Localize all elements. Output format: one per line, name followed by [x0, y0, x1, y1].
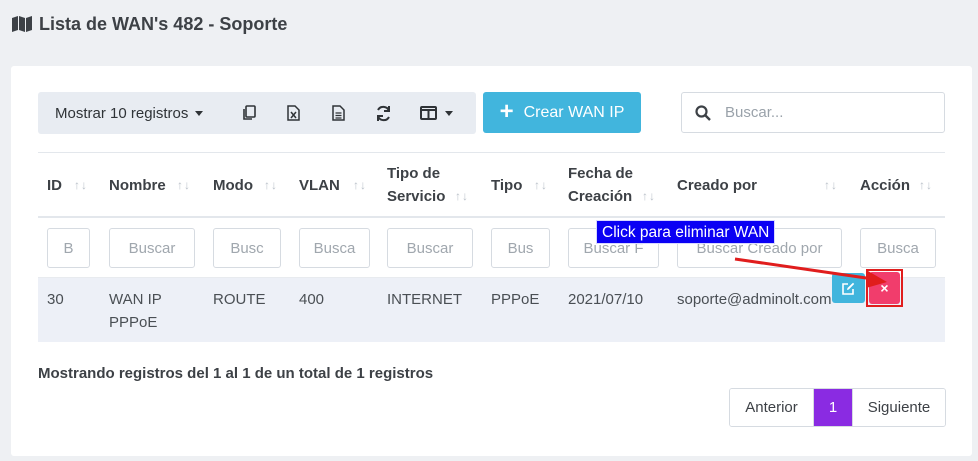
- filter-nombre-input[interactable]: [109, 228, 195, 268]
- page-length-button[interactable]: Mostrar 10 registros: [38, 92, 226, 134]
- sort-icon: ↑↓: [919, 178, 933, 192]
- table-info: Mostrando registros del 1 al 1 de un tot…: [38, 365, 434, 382]
- header-tipo-servicio[interactable]: Tipo de Servicio: [387, 153, 445, 217]
- header-fecha-creacion[interactable]: Fecha de Creación: [568, 153, 633, 217]
- sort-icon: ↑↓: [177, 178, 191, 192]
- filter-tipo-servicio-input[interactable]: [387, 228, 473, 268]
- page-title: Lista de WAN's 482 - Soporte: [11, 13, 287, 35]
- filter-modo-input[interactable]: [213, 228, 281, 268]
- table-toolbar: Mostrar 10 registros: [38, 92, 476, 134]
- filter-id-input[interactable]: [47, 228, 90, 268]
- copy-icon: [242, 105, 256, 120]
- columns-button[interactable]: [406, 92, 466, 134]
- table-header-row: ID ↑↓ Nombre ↑↓ Modo ↑↓ VLAN ↑↓ Tipo de S…: [38, 152, 945, 218]
- sort-icon: ↑↓: [534, 178, 548, 192]
- pagination-previous[interactable]: Anterior: [730, 389, 814, 426]
- sort-icon: ↑↓: [74, 178, 88, 192]
- cell-modo: ROUTE: [213, 291, 266, 308]
- cell-fecha: 2021/07/10: [568, 291, 644, 308]
- header-tipo[interactable]: Tipo: [491, 153, 522, 217]
- header-modo[interactable]: Modo: [213, 153, 253, 217]
- close-icon: ×: [880, 280, 889, 296]
- filter-accion-input[interactable]: [860, 228, 936, 268]
- header-id[interactable]: ID: [47, 153, 62, 217]
- create-wan-ip-button[interactable]: + Crear WAN IP: [483, 92, 641, 133]
- cell-tipo: PPPoE: [491, 291, 540, 308]
- wan-table: ID ↑↓ Nombre ↑↓ Modo ↑↓ VLAN ↑↓ Tipo de S…: [38, 152, 945, 342]
- search-icon: [695, 104, 711, 121]
- sort-icon: ↑↓: [824, 178, 838, 192]
- plus-icon: +: [499, 97, 514, 125]
- excel-icon: [287, 105, 300, 121]
- sort-icon: ↑↓: [264, 178, 278, 192]
- cell-creado-por: soporte@adminolt.com: [677, 291, 832, 308]
- annotation-tooltip: Click para eliminar WAN: [596, 220, 776, 244]
- search-box: [681, 92, 945, 133]
- csv-icon: [332, 105, 345, 121]
- caret-down-icon: [195, 110, 204, 116]
- cell-vlan: 400: [299, 291, 325, 308]
- header-nombre[interactable]: Nombre: [109, 153, 166, 217]
- caret-down-icon: [444, 110, 453, 116]
- search-input[interactable]: [725, 104, 925, 121]
- cell-nombre: WAN IP PPPoE: [109, 291, 162, 331]
- delete-wan-button[interactable]: ×: [869, 272, 900, 304]
- map-icon: [11, 15, 33, 33]
- csv-button[interactable]: [316, 92, 361, 134]
- columns-icon: [419, 106, 437, 120]
- sort-icon: ↑↓: [353, 178, 367, 192]
- table-row: 30 WAN IP PPPoE ROUTE 400 INTERNET PPPoE …: [38, 278, 945, 342]
- excel-button[interactable]: [271, 92, 316, 134]
- cell-tipo-servicio: INTERNET: [387, 291, 462, 308]
- pagination-next[interactable]: Siguiente: [852, 389, 945, 426]
- cell-id: 30: [47, 291, 64, 308]
- edit-wan-button[interactable]: [832, 273, 865, 303]
- table-filter-row: [38, 218, 945, 278]
- wan-list-card: Mostrar 10 registros + Crear WAN IP ID ↑: [11, 66, 972, 456]
- header-vlan[interactable]: VLAN: [299, 153, 340, 217]
- create-wan-ip-label: Crear WAN IP: [523, 103, 625, 121]
- header-creado-por[interactable]: Creado por: [677, 153, 757, 217]
- refresh-button[interactable]: [361, 92, 406, 134]
- refresh-icon: [377, 105, 390, 121]
- pagination: Anterior 1 Siguiente: [729, 388, 946, 427]
- edit-icon: [842, 282, 855, 295]
- copy-button[interactable]: [226, 92, 271, 134]
- filter-vlan-input[interactable]: [299, 228, 370, 268]
- header-accion[interactable]: Acción: [860, 153, 910, 217]
- page-title-text: Lista de WAN's 482 - Soporte: [39, 13, 288, 34]
- page-length-label: Mostrar 10 registros: [55, 104, 189, 122]
- filter-tipo-input[interactable]: [491, 228, 550, 268]
- pagination-page-1[interactable]: 1: [814, 389, 852, 426]
